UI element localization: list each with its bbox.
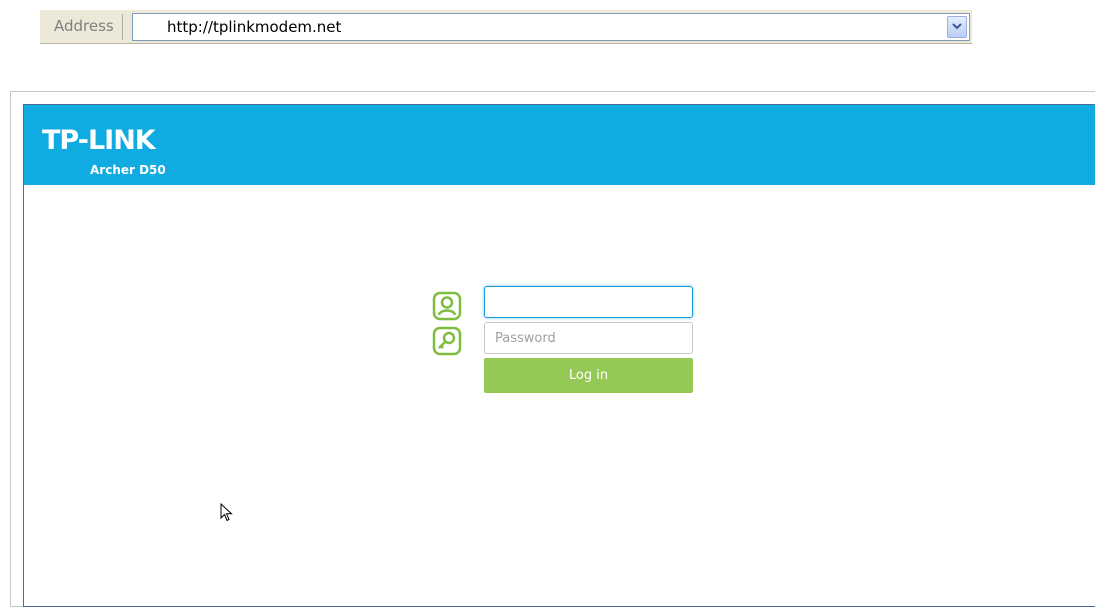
address-label: Address <box>54 17 114 35</box>
brand-header: TP-LINK Archer D50 <box>24 105 1095 185</box>
tp-link-logo: TP-LINK <box>42 125 156 156</box>
address-separator <box>122 14 123 40</box>
model-name: Archer D50 <box>90 163 166 177</box>
address-field[interactable]: http://tplinkmodem.net <box>132 13 970 41</box>
mouse-pointer-icon <box>220 503 233 522</box>
user-icon <box>432 291 462 321</box>
browser-viewport: TP-LINK Archer D50 Log in <box>10 91 1095 607</box>
username-input[interactable] <box>484 286 693 318</box>
login-button[interactable]: Log in <box>484 358 693 393</box>
address-bar: Address http://tplinkmodem.net <box>40 10 972 44</box>
chevron-down-icon <box>952 23 962 30</box>
login-form: Log in <box>420 283 720 403</box>
address-dropdown-button[interactable] <box>947 16 967 38</box>
key-icon <box>432 326 462 356</box>
password-input[interactable] <box>484 322 693 354</box>
router-page: TP-LINK Archer D50 Log in <box>23 104 1095 607</box>
address-url[interactable]: http://tplinkmodem.net <box>167 18 341 36</box>
